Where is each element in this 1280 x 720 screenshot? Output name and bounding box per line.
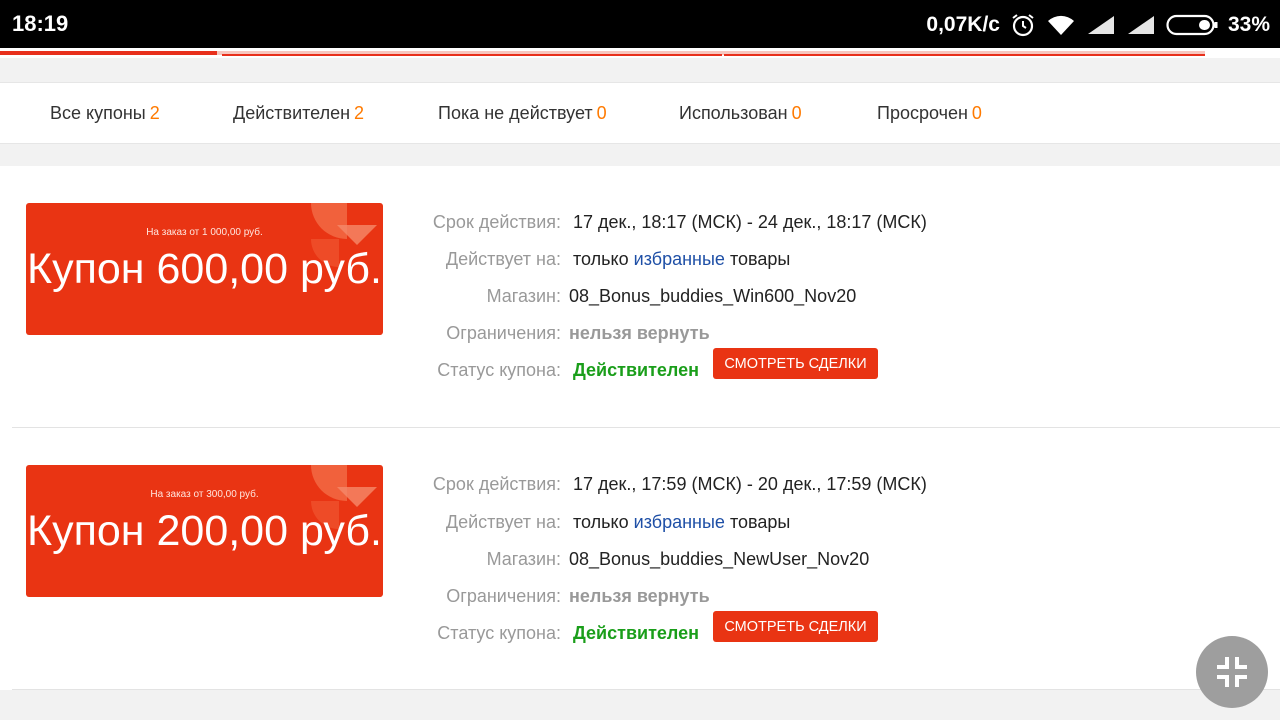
page-load-progress [0, 48, 1280, 58]
restrictions-label: Ограничения: [446, 323, 561, 343]
tab-all-coupons[interactable]: Все купоны 2 [50, 103, 160, 124]
progress-fill [0, 51, 217, 55]
status-badge: Действителен [573, 623, 699, 643]
restrictions-value: нельзя вернуть [569, 323, 710, 343]
applies-row: Действует на: только избранные товары [0, 512, 1280, 536]
collapse-fullscreen-button[interactable] [1196, 636, 1268, 708]
validity-value: 17 дек., 18:17 (МСК) - 24 дек., 18:17 (М… [573, 212, 927, 232]
tab-count: 2 [354, 103, 365, 123]
collapse-icon [1217, 657, 1247, 687]
network-speed: 0,07K/c [926, 13, 1000, 36]
tab-label: Просрочен [877, 103, 968, 123]
applies-suffix: товары [729, 249, 791, 269]
status-badge: Действителен [573, 360, 699, 380]
tab-count: 2 [149, 103, 160, 123]
status-row: Статус купона: Действителен СМОТРЕТЬ СДЕ… [0, 348, 1280, 384]
applies-prefix: только [573, 249, 629, 269]
tab-label: Все купоны [50, 103, 146, 123]
tab-count: 0 [791, 103, 802, 123]
applies-row: Действует на: только избранные товары [0, 249, 1280, 273]
shop-value: 08_Bonus_buddies_Win600_Nov20 [569, 286, 857, 306]
tab-label: Пока не действует [438, 103, 593, 123]
validity-row: Срок действия: 17 дек., 17:59 (МСК) - 20… [0, 474, 1280, 498]
battery-percent: 33% [1227, 13, 1270, 36]
validity-label: Срок действия: [432, 474, 561, 494]
view-deals-button[interactable]: СМОТРЕТЬ СДЕЛКИ [713, 348, 878, 379]
coupon-filter-tabs: Все купоны 2 Действителен 2 Пока не действ… [0, 82, 1280, 144]
applies-value: только избранные товары [573, 249, 790, 270]
tab-label: Действителен [233, 103, 351, 123]
shop-label: Магазин: [486, 286, 561, 306]
applies-suffix: товары [729, 512, 791, 532]
status-bar: 18:19 0,07K/c 33% [0, 0, 1280, 48]
status-row: Статус купона: Действителен СМОТРЕТЬ СДЕ… [0, 611, 1280, 647]
wifi-icon [1046, 13, 1076, 37]
tab-not-yet-valid[interactable]: Пока не действует 0 [438, 103, 607, 124]
restrictions-row: Ограничения: нельзя вернуть [0, 323, 1280, 347]
shop-row: Магазин: 08_Bonus_buddies_NewUser_Nov20 [0, 549, 1280, 573]
applies-label: Действует на: [445, 249, 561, 269]
applies-prefix: только [573, 512, 629, 532]
restrictions-value: нельзя вернуть [569, 586, 710, 606]
tab-count: 0 [971, 103, 982, 123]
coupon-item: На заказ от 300,00 руб. Купон 200,00 руб… [0, 428, 1280, 690]
signal-icon [1126, 14, 1156, 36]
tab-used[interactable]: Использован 0 [679, 103, 802, 124]
view-deals-button[interactable]: СМОТРЕТЬ СДЕЛКИ [713, 611, 878, 642]
shop-label: Магазин: [486, 549, 561, 569]
coupon-list: На заказ от 1 000,00 руб. Купон 600,00 р… [0, 166, 1280, 690]
selected-products-link[interactable]: избранные [634, 249, 725, 269]
applies-label: Действует на: [445, 512, 561, 532]
restrictions-row: Ограничения: нельзя вернуть [0, 586, 1280, 610]
tab-count: 0 [596, 103, 607, 123]
validity-row: Срок действия: 17 дек., 18:17 (МСК) - 24… [0, 212, 1280, 236]
selected-products-link[interactable]: избранные [634, 512, 725, 532]
shop-value: 08_Bonus_buddies_NewUser_Nov20 [569, 549, 870, 569]
applies-value: только избранные товары [573, 512, 790, 533]
bottom-spacer [0, 690, 1280, 720]
validity-value: 17 дек., 17:59 (МСК) - 20 дек., 17:59 (М… [573, 474, 927, 494]
status-time: 18:19 [12, 11, 69, 36]
status-label: Статус купона: [437, 623, 561, 643]
validity-label: Срок действия: [432, 212, 561, 232]
restrictions-label: Ограничения: [446, 586, 561, 606]
shop-row: Магазин: 08_Bonus_buddies_Win600_Nov20 [0, 286, 1280, 310]
tab-expired[interactable]: Просрочен 0 [877, 103, 982, 124]
alarm-icon [1010, 12, 1036, 38]
signal-icon [1086, 14, 1116, 36]
status-label: Статус купона: [437, 360, 561, 380]
tab-label: Использован [679, 103, 788, 123]
tab-valid[interactable]: Действителен 2 [233, 103, 364, 124]
coupon-item: На заказ от 1 000,00 руб. Купон 600,00 р… [0, 166, 1280, 428]
battery-icon [1166, 13, 1218, 37]
status-indicators: 0,07K/c 33% [926, 11, 1270, 39]
